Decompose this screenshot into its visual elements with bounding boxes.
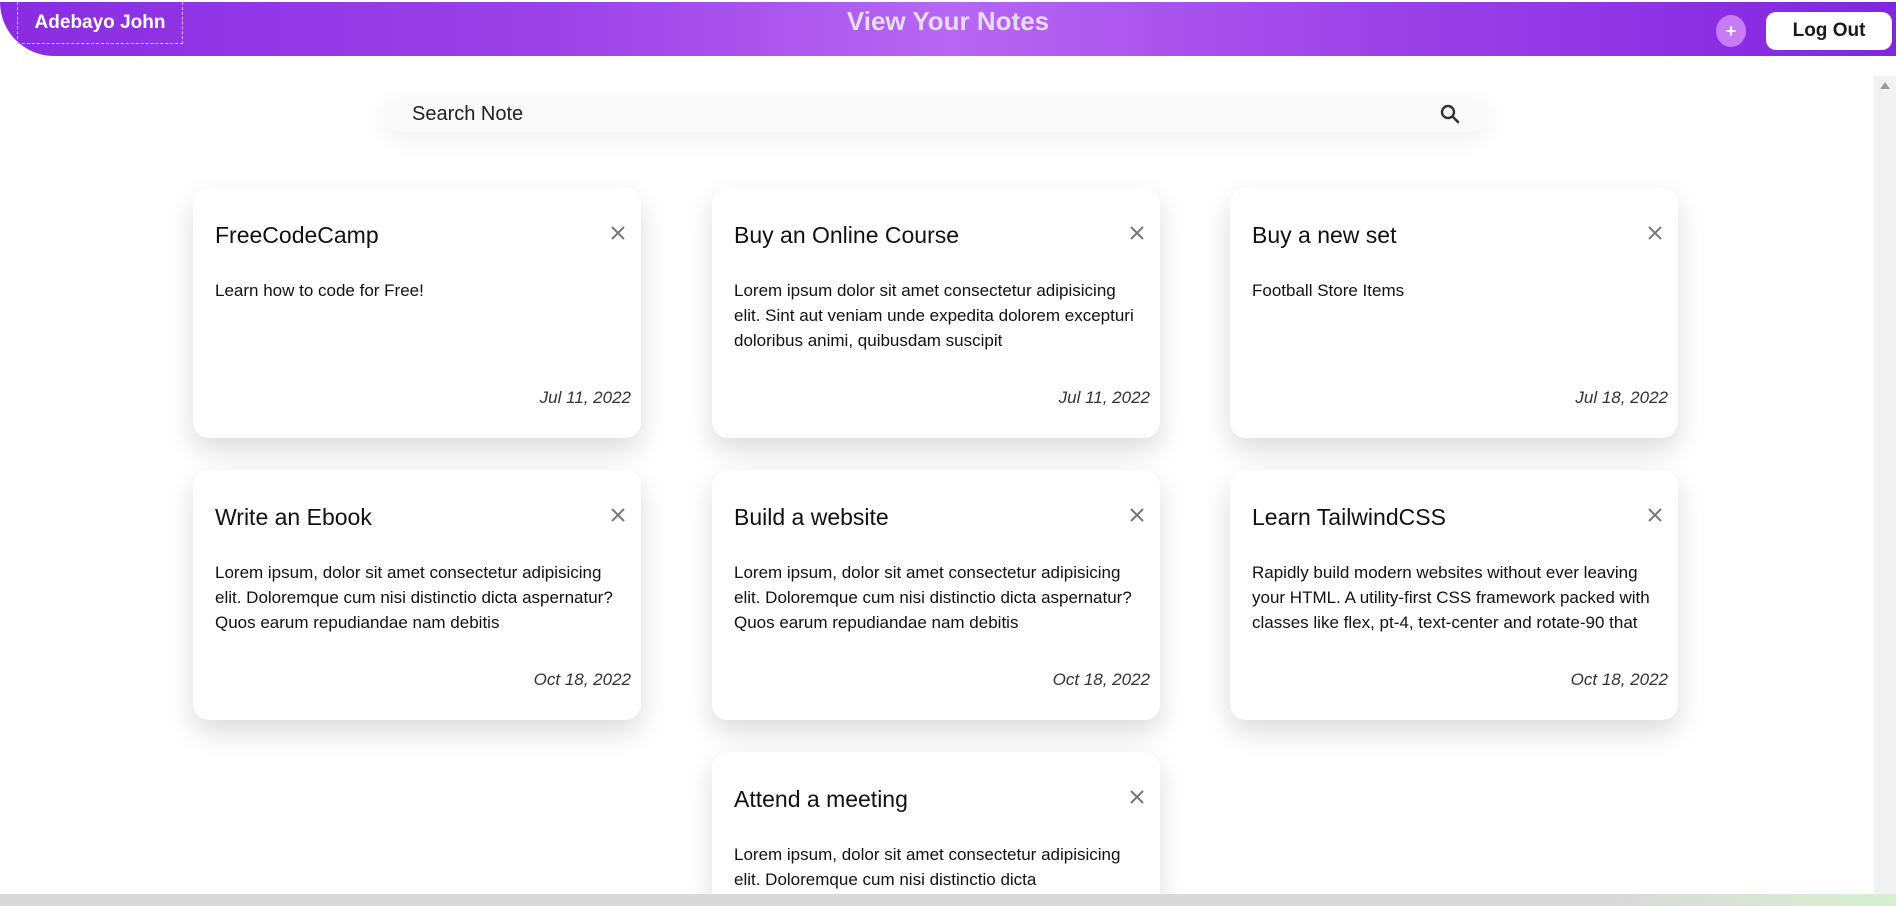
note-title: Write an Ebook — [215, 504, 372, 530]
note-body: Lorem ipsum, dolor sit amet consectetur … — [734, 563, 1132, 632]
close-icon[interactable] — [1646, 224, 1664, 242]
note-date: Jul 18, 2022 — [1575, 388, 1668, 407]
note-card[interactable]: Learn TailwindCSS Rapidly build modern w… — [1230, 470, 1678, 720]
note-title: FreeCodeCamp — [215, 222, 379, 248]
note-body: Lorem ipsum dolor sit amet consectetur a… — [734, 281, 1134, 350]
note-body: Learn how to code for Free! — [215, 281, 424, 300]
note-body: Football Store Items — [1252, 281, 1405, 300]
note-date: Jul 11, 2022 — [539, 388, 631, 407]
note-body: Lorem ipsum, dolor sit amet consectetur … — [215, 563, 613, 632]
add-note-button[interactable]: + — [1716, 15, 1746, 47]
close-icon[interactable] — [609, 224, 627, 242]
note-card[interactable]: Buy an Online Course Lorem ipsum dolor s… — [712, 188, 1160, 438]
logout-button[interactable]: Log Out — [1766, 12, 1892, 50]
note-card[interactable]: FreeCodeCamp Learn how to code for Free!… — [193, 188, 641, 438]
close-icon[interactable] — [1646, 506, 1664, 524]
app-header: Adebayo John View Your Notes + Log Out — [0, 2, 1896, 56]
search-icon[interactable] — [1440, 104, 1460, 124]
scroll-up-icon[interactable] — [1880, 82, 1890, 89]
note-body: Rapidly build modern websites without ev… — [1252, 563, 1650, 632]
note-card[interactable]: Attend a meeting Lorem ipsum, dolor sit … — [712, 752, 1160, 894]
note-date: Oct 18, 2022 — [1052, 670, 1150, 689]
note-date: Jul 11, 2022 — [1058, 388, 1150, 407]
note-title: Learn TailwindCSS — [1252, 504, 1446, 530]
search-input[interactable] — [412, 96, 1412, 132]
close-icon[interactable] — [1128, 788, 1146, 806]
note-title: Build a website — [734, 504, 889, 530]
note-body: Lorem ipsum, dolor sit amet consectetur … — [734, 845, 1121, 889]
bottom-strip — [0, 894, 1896, 906]
note-date: Oct 18, 2022 — [533, 670, 631, 689]
note-title: Buy an Online Course — [734, 222, 960, 248]
close-icon[interactable] — [1128, 506, 1146, 524]
note-card[interactable]: Build a website Lorem ipsum, dolor sit a… — [712, 470, 1160, 720]
note-title: Attend a meeting — [734, 786, 908, 812]
note-title: Buy a new set — [1252, 222, 1397, 248]
note-card[interactable]: Write an Ebook Lorem ipsum, dolor sit am… — [193, 470, 641, 720]
note-date: Oct 18, 2022 — [1570, 670, 1668, 689]
close-icon[interactable] — [609, 506, 627, 524]
vertical-scrollbar[interactable] — [1874, 76, 1896, 894]
close-icon[interactable] — [1128, 224, 1146, 242]
search-bar — [382, 96, 1490, 132]
note-card[interactable]: Buy a new set Football Store Items Jul 1… — [1230, 188, 1678, 438]
page-title: View Your Notes — [846, 6, 1050, 36]
